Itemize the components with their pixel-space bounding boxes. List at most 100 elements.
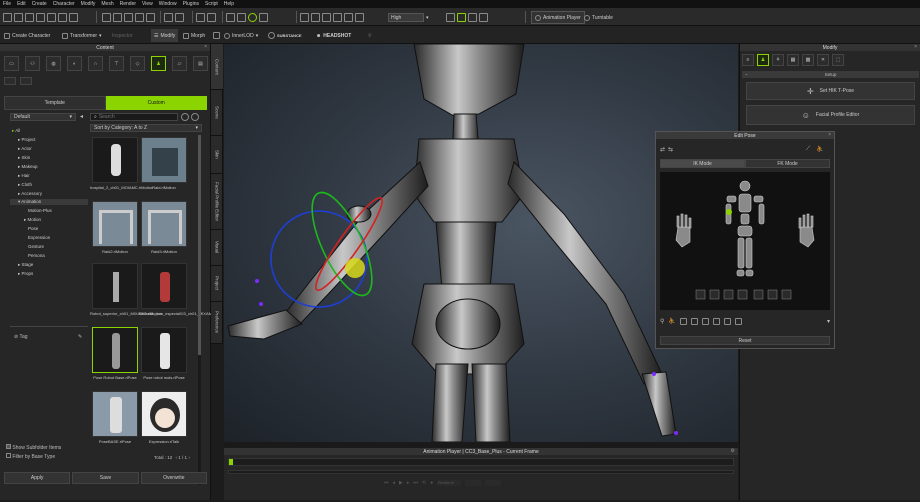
refresh-icon[interactable] — [191, 113, 199, 121]
create-character-button[interactable]: Create Character — [4, 29, 50, 42]
turntable-button[interactable]: Turntable — [584, 11, 613, 24]
region-select-icon[interactable] — [175, 13, 184, 22]
tree-item[interactable]: ▸ Hair — [18, 173, 30, 179]
material-icon[interactable]: ▦ — [787, 53, 799, 66]
tree-item[interactable]: Motion-Plus — [28, 208, 52, 213]
tab-visual[interactable]: Visual — [211, 230, 223, 266]
orbit-icon[interactable] — [311, 13, 320, 22]
thumbnail[interactable] — [141, 327, 187, 373]
mirror-right-icon[interactable]: ⇆ — [668, 146, 673, 153]
morph-button[interactable]: Morph — [183, 29, 205, 42]
inspector-button[interactable]: Inspector — [112, 29, 133, 42]
mirror-left-icon[interactable]: ⇄ — [660, 146, 665, 153]
save-button[interactable]: Save — [72, 472, 139, 484]
tree-item[interactable]: ▸ All — [12, 128, 20, 134]
save-project-icon[interactable] — [25, 13, 34, 22]
perspective-icon[interactable] — [355, 13, 364, 22]
timeline-scrubber[interactable] — [228, 458, 734, 466]
scale-icon[interactable] — [259, 13, 268, 22]
extra-tool[interactable]: ⚲ — [368, 29, 372, 42]
fps-select[interactable]: Realtime — [437, 480, 462, 486]
gear-icon[interactable]: ⚙ — [731, 448, 735, 454]
timeline-head[interactable] — [229, 459, 233, 465]
set-hik-tpose-button[interactable]: ✛ Set HIK T-Pose — [746, 82, 915, 100]
search-input[interactable]: ⌕ Search — [90, 113, 178, 121]
thumbnail[interactable] — [141, 391, 187, 437]
tree-item[interactable]: ▸ Skin — [18, 155, 30, 161]
modify-button[interactable]: ☰ Modify — [151, 29, 179, 42]
tab-custom[interactable]: Custom — [105, 96, 207, 110]
thumbnail[interactable] — [141, 137, 187, 183]
skip-back-icon[interactable]: ⏮ — [384, 480, 389, 486]
pin-icon[interactable]: ⚲ — [660, 318, 664, 325]
facial-profile-editor-button[interactable]: ☺ Facial Profile Editor — [746, 105, 915, 125]
step-back-icon[interactable]: ◂ — [393, 480, 396, 486]
reach-icon[interactable] — [701, 317, 709, 325]
close-icon[interactable]: × — [828, 132, 831, 138]
copy-pose-icon[interactable] — [723, 317, 731, 325]
apply-button[interactable]: Apply — [4, 472, 71, 484]
thumbnail[interactable] — [141, 201, 187, 247]
scrollbar-thumb[interactable] — [198, 135, 201, 355]
menu-render[interactable]: Render — [120, 1, 136, 7]
eyedropper-icon[interactable]: ✎ — [78, 334, 82, 340]
thumbnail[interactable] — [141, 263, 187, 309]
transformer-button[interactable]: Transformer ▾ — [62, 29, 102, 42]
physics-icon[interactable]: ✕ — [817, 53, 829, 66]
screenshot-icon[interactable] — [468, 13, 477, 22]
scrollbar[interactable] — [198, 135, 201, 485]
select-icon[interactable] — [164, 13, 173, 22]
hair-icon[interactable]: ∩ — [88, 56, 103, 71]
tree-item[interactable]: ▸ Project — [18, 137, 36, 143]
mirror-icon[interactable] — [712, 317, 720, 325]
motion-pose-icon[interactable]: ♟ — [757, 53, 769, 66]
paste-pose-icon[interactable] — [734, 317, 742, 325]
tab-ik-mode[interactable]: IK Mode — [660, 159, 745, 168]
render-icon[interactable] — [446, 13, 455, 22]
delete-icon[interactable] — [58, 13, 67, 22]
record-icon[interactable]: ● — [430, 480, 433, 486]
actor-icon[interactable]: ⚇ — [25, 56, 40, 71]
play-icon[interactable]: ▶ — [399, 480, 403, 486]
tree-item[interactable]: ▸ Actor — [18, 146, 32, 152]
tab-facial-profile-editor[interactable]: Facial Profile Editor — [211, 174, 223, 230]
grid-icon[interactable] — [113, 13, 122, 22]
tree-item[interactable]: ▸ Accessory — [18, 191, 42, 197]
animation-player-button[interactable]: Animation Player — [531, 11, 585, 24]
zoom-icon[interactable] — [333, 13, 342, 22]
accessory-icon[interactable]: ◇ — [130, 56, 145, 71]
headshot-button[interactable]: ☻ HEADSHOT — [316, 29, 351, 42]
thumbnail[interactable] — [92, 201, 138, 247]
tree-item-selected[interactable]: ▾ Animation — [10, 199, 88, 205]
speed-field[interactable] — [485, 480, 502, 486]
thumbnail-selected[interactable] — [92, 327, 138, 373]
skip-forward-icon[interactable]: ⏭ — [413, 480, 418, 486]
innerlod-button[interactable]: InnerLOD ▾ — [224, 29, 258, 42]
menu-edit[interactable]: Edit — [17, 1, 26, 7]
body-pose-map[interactable] — [660, 172, 830, 310]
import-icon[interactable] — [36, 13, 45, 22]
menu-mesh[interactable]: Mesh — [101, 1, 113, 7]
tree-item[interactable]: ▸ Cloth — [18, 182, 32, 188]
close-icon[interactable]: × — [914, 44, 917, 50]
thumbnail[interactable] — [92, 391, 138, 437]
props-icon[interactable]: ▤ — [193, 56, 208, 71]
menu-script[interactable]: Script — [205, 1, 218, 7]
lock-icon[interactable] — [690, 317, 698, 325]
close-icon[interactable]: × — [204, 44, 207, 50]
tree-item[interactable]: ▸ Stage — [18, 262, 33, 268]
pose-map[interactable] — [660, 172, 830, 310]
texture-icon[interactable]: ▩ — [802, 53, 814, 66]
export-icon[interactable] — [47, 13, 56, 22]
tab-skin[interactable]: Skin — [211, 136, 223, 174]
step-forward-icon[interactable]: ▸ — [407, 480, 410, 486]
skin-icon[interactable]: ◍ — [46, 56, 61, 71]
tree-item[interactable]: Expression — [28, 235, 50, 240]
tab-project[interactable]: Project — [211, 266, 223, 302]
reset-button[interactable]: Reset — [660, 336, 830, 345]
fit-icon[interactable] — [344, 13, 353, 22]
cloth-icon[interactable]: ⊤ — [109, 56, 124, 71]
substance-button[interactable]: SUBSTANCE — [268, 29, 302, 42]
tree-item[interactable]: Gesture — [28, 244, 44, 249]
thumbnail[interactable] — [92, 137, 138, 183]
